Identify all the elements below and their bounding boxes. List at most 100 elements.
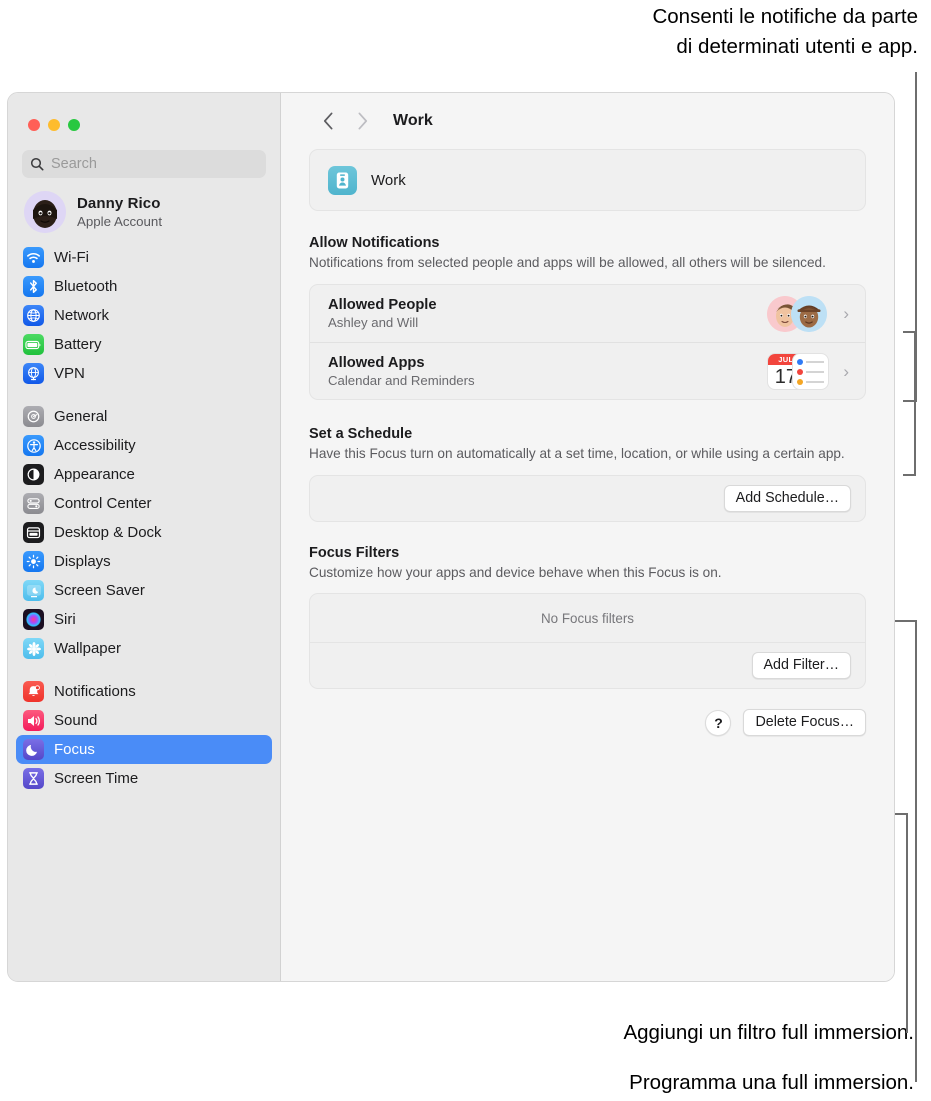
help-button[interactable]: ? xyxy=(705,709,732,736)
system-settings-window: Search Danny Rico Apple Account Wi-Fi Bl… xyxy=(7,92,895,982)
account-name: Danny Rico xyxy=(77,195,161,212)
sidebar-item-general[interactable]: General xyxy=(16,402,272,431)
forward-button[interactable] xyxy=(345,112,379,130)
allow-notifications-panel: Allowed People Ashley and Will › Allowed… xyxy=(309,284,866,400)
sidebar-item-label: Displays xyxy=(54,553,111,570)
sidebar-item-battery[interactable]: Battery xyxy=(16,330,272,359)
moon-icon xyxy=(23,739,44,760)
sidebar-item-label: Siri xyxy=(54,611,76,628)
siri-icon xyxy=(23,609,44,630)
sidebar-item-label: Battery xyxy=(54,336,102,353)
bluetooth-icon xyxy=(23,276,44,297)
allow-notifications-title: Allow Notifications xyxy=(309,235,440,251)
work-badge-icon xyxy=(328,165,357,195)
sidebar-item-displays[interactable]: Displays xyxy=(16,547,272,576)
wifi-icon xyxy=(23,247,44,268)
schedule-panel: Add Schedule… xyxy=(309,475,866,522)
sidebar-item-label: Wallpaper xyxy=(54,640,121,657)
filters-description: Customize how your apps and device behav… xyxy=(309,565,722,580)
add-filter-button[interactable]: Add Filter… xyxy=(751,652,851,679)
sidebar-item-wi-fi[interactable]: Wi-Fi xyxy=(16,243,272,272)
callout-add-schedule: Programma una full immersion. xyxy=(629,1071,914,1094)
sidebar-group-network: Wi-Fi Bluetooth Network Battery VPN xyxy=(8,243,280,388)
callout-allow-notifications: Consenti le notifiche da parte di determ… xyxy=(652,5,918,58)
focus-header-panel: Work xyxy=(309,149,866,211)
screen-saver-icon xyxy=(23,580,44,601)
sidebar-item-vpn[interactable]: VPN xyxy=(16,359,272,388)
focus-name: Work xyxy=(371,171,406,189)
schedule-description: Have this Focus turn on automatically at… xyxy=(309,446,845,461)
filters-actions: Add Filter… xyxy=(310,643,865,688)
window-traffic-lights xyxy=(8,93,280,131)
sidebar-item-wallpaper[interactable]: Wallpaper xyxy=(16,634,272,663)
sidebar-item-label: VPN xyxy=(54,365,85,382)
sidebar-item-appearance[interactable]: Appearance xyxy=(16,460,272,489)
sidebar-item-label: General xyxy=(54,408,108,425)
filter-leader-v xyxy=(906,813,908,1033)
sidebar: Search Danny Rico Apple Account Wi-Fi Bl… xyxy=(8,93,281,981)
delete-focus-button[interactable]: Delete Focus… xyxy=(743,709,866,736)
sidebar-item-label: Sound xyxy=(54,712,98,729)
sidebar-item-label: Bluetooth xyxy=(54,278,118,295)
sidebar-item-focus[interactable]: Focus xyxy=(16,735,272,764)
close-button[interactable] xyxy=(28,119,40,131)
schedule-header: Set a Schedule Have this Focus turn on a… xyxy=(309,426,866,463)
search-icon xyxy=(30,157,44,171)
allowed-apps-row[interactable]: Allowed Apps Calendar and Reminders JUL … xyxy=(310,342,865,399)
sidebar-item-label: Focus xyxy=(54,741,95,758)
row-title: Allowed People xyxy=(328,297,437,313)
chevron-right-icon xyxy=(358,112,367,130)
row-subtitle: Calendar and Reminders xyxy=(328,372,475,388)
allowed-people-avatars xyxy=(767,295,829,332)
sidebar-group-system: General Accessibility Appearance Control… xyxy=(8,402,280,663)
sidebar-item-label: Screen Saver xyxy=(54,582,145,599)
row-subtitle: Ashley and Will xyxy=(328,315,419,330)
filters-title: Focus Filters xyxy=(309,545,400,561)
zoom-button[interactable] xyxy=(68,119,80,131)
sidebar-item-desktop-and-dock[interactable]: Desktop & Dock xyxy=(16,518,272,547)
add-schedule-button[interactable]: Add Schedule… xyxy=(723,485,851,512)
account-subtitle: Apple Account xyxy=(77,214,163,229)
allow-notifications-description: Notifications from selected people and a… xyxy=(309,255,826,270)
content-area: Work Work Allow Notifications Notificati xyxy=(281,93,894,981)
hourglass-icon xyxy=(23,768,44,789)
vpn-globe-icon xyxy=(23,363,44,384)
sidebar-item-network[interactable]: Network xyxy=(16,301,272,330)
control-center-icon xyxy=(23,493,44,514)
chevron-left-icon xyxy=(323,112,332,130)
sidebar-item-screen-time[interactable]: Screen Time xyxy=(16,764,272,793)
account-row[interactable]: Danny Rico Apple Account xyxy=(24,191,266,233)
sidebar-item-control-center[interactable]: Control Center xyxy=(16,489,272,518)
filters-header: Focus Filters Customize how your apps an… xyxy=(309,545,866,582)
search-input[interactable]: Search xyxy=(22,150,266,178)
battery-icon xyxy=(23,334,44,355)
sidebar-item-label: Notifications xyxy=(54,683,136,700)
filters-panel: No Focus filters Add Filter… xyxy=(309,593,866,689)
sidebar-item-bluetooth[interactable]: Bluetooth xyxy=(16,272,272,301)
sidebar-item-label: Wi-Fi xyxy=(54,249,89,266)
sidebar-item-label: Control Center xyxy=(54,495,152,512)
reminders-app-icon xyxy=(792,353,830,390)
displays-icon xyxy=(23,551,44,572)
sidebar-item-label: Appearance xyxy=(54,466,135,483)
chevron-right-icon: › xyxy=(843,361,849,381)
chevron-right-icon: › xyxy=(843,304,849,323)
sidebar-item-label: Screen Time xyxy=(54,770,139,787)
desktop-dock-icon xyxy=(23,522,44,543)
sidebar-item-accessibility[interactable]: Accessibility xyxy=(16,431,272,460)
sidebar-item-sound[interactable]: Sound xyxy=(16,706,272,735)
accessibility-icon xyxy=(23,435,44,456)
minimize-button[interactable] xyxy=(48,119,60,131)
globe-icon xyxy=(23,305,44,326)
sidebar-item-notifications[interactable]: Notifications xyxy=(16,677,272,706)
wallpaper-icon xyxy=(23,638,44,659)
allowed-people-row[interactable]: Allowed People Ashley and Will › xyxy=(310,285,865,342)
sidebar-item-siri[interactable]: Siri xyxy=(16,605,272,634)
sidebar-item-label: Desktop & Dock xyxy=(54,524,162,541)
schedule-title: Set a Schedule xyxy=(309,426,413,442)
sidebar-group-notifications: Notifications Sound Focus Screen Time xyxy=(8,677,280,793)
back-button[interactable] xyxy=(311,112,345,130)
bell-icon xyxy=(23,681,44,702)
sidebar-item-screen-saver[interactable]: Screen Saver xyxy=(16,576,272,605)
sidebar-item-label: Network xyxy=(54,307,110,324)
